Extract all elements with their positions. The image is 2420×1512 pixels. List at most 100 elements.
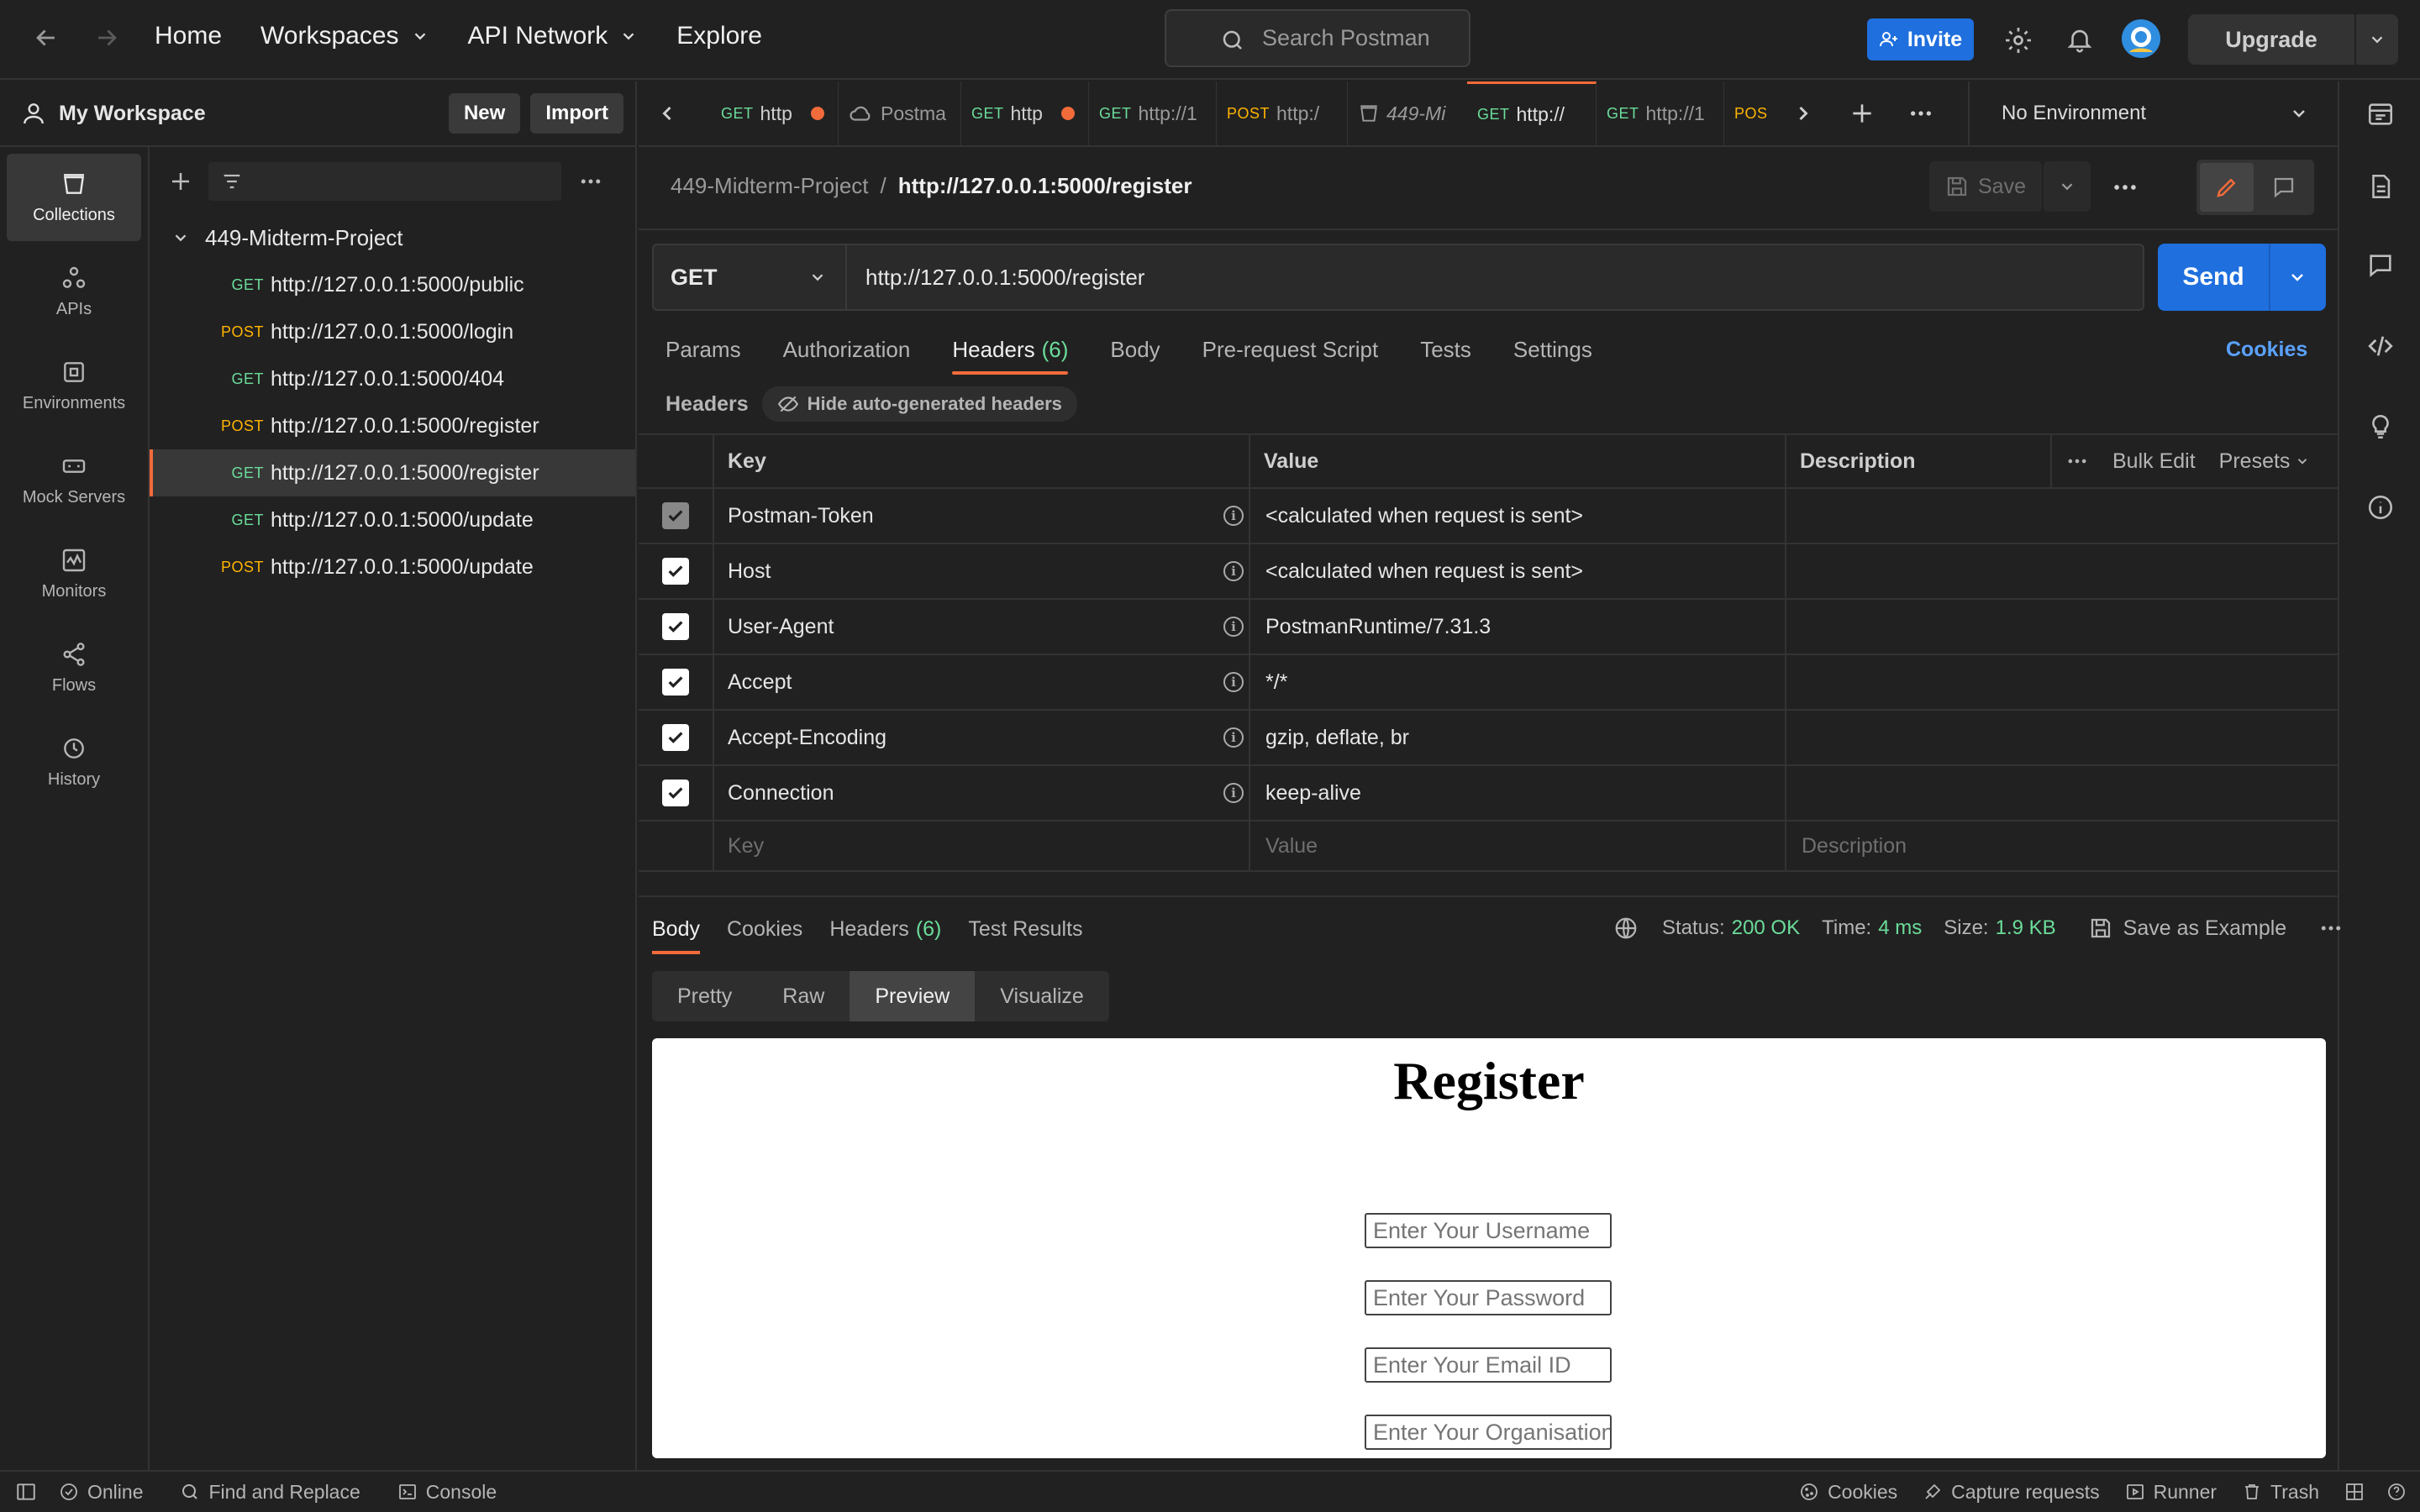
tab-settings[interactable]: Settings: [1513, 324, 1592, 375]
code-icon[interactable]: [2366, 332, 2395, 360]
checkbox-checked[interactable]: [662, 669, 689, 696]
chevron-left-icon[interactable]: [655, 102, 679, 125]
info-icon[interactable]: i: [1223, 727, 1244, 748]
layout-icon[interactable]: [2344, 1482, 2365, 1502]
environment-select[interactable]: No Environment: [1968, 81, 2338, 147]
find-replace-button[interactable]: Find and Replace: [180, 1481, 360, 1504]
description-cell[interactable]: [1786, 544, 2338, 598]
new-value-input[interactable]: Value: [1250, 822, 1786, 870]
value-cell[interactable]: keep-alive: [1250, 766, 1786, 820]
save-button[interactable]: Save: [1929, 161, 2042, 212]
tree-request-item[interactable]: GET http://127.0.0.1:5000/update: [150, 496, 635, 543]
workspace-title[interactable]: My Workspace: [59, 102, 206, 126]
edit-mode-button[interactable]: [2200, 163, 2254, 212]
key-cell[interactable]: Host i: [714, 544, 1250, 598]
password-input[interactable]: Enter Your Password: [1365, 1280, 1612, 1315]
upgrade-button[interactable]: Upgrade: [2188, 14, 2398, 65]
notifications-bell-icon[interactable]: [2065, 25, 2094, 54]
tab-item-active[interactable]: GET http://: [1467, 81, 1597, 145]
forward-arrow-icon[interactable]: [92, 24, 121, 52]
collection-folder[interactable]: 449-Midterm-Project: [150, 214, 635, 261]
key-cell[interactable]: Postman-Token i: [714, 489, 1250, 543]
runner-button[interactable]: Runner: [2125, 1481, 2217, 1504]
checkbox-checked-disabled[interactable]: [662, 502, 689, 529]
save-as-example-button[interactable]: Save as Example: [2088, 916, 2286, 941]
rail-apis[interactable]: APIs: [7, 248, 141, 335]
url-input[interactable]: http://127.0.0.1:5000/register: [865, 265, 1144, 291]
new-tab-plus-icon[interactable]: [1849, 100, 1876, 127]
time-value[interactable]: 4 ms: [1878, 916, 1922, 940]
chevron-down-icon[interactable]: [2368, 30, 2386, 49]
info-icon[interactable]: i: [1223, 672, 1244, 692]
tab-item[interactable]: POS: [1724, 81, 1791, 145]
key-cell[interactable]: User-Agent i: [714, 600, 1250, 654]
tree-request-item-selected[interactable]: GET http://127.0.0.1:5000/register: [150, 449, 635, 496]
rail-history[interactable]: History: [7, 718, 141, 806]
cookies-link[interactable]: Cookies: [2226, 338, 2307, 362]
nav-explore[interactable]: Explore: [676, 22, 762, 50]
value-cell[interactable]: <calculated when request is sent>: [1250, 489, 1786, 543]
checkbox-checked[interactable]: [662, 780, 689, 806]
comments-icon[interactable]: [2366, 251, 2395, 280]
response-tab-cookies[interactable]: Cookies: [727, 904, 802, 954]
tab-body[interactable]: Body: [1110, 324, 1160, 375]
settings-gear-icon[interactable]: [2003, 25, 2033, 55]
presets-dropdown[interactable]: Presets: [2219, 449, 2311, 474]
cookies-button[interactable]: Cookies: [1799, 1481, 1897, 1504]
tab-tests[interactable]: Tests: [1420, 324, 1471, 375]
username-input[interactable]: Enter Your Username: [1365, 1213, 1612, 1248]
breadcrumb-collection[interactable]: 449-Midterm-Project: [671, 173, 869, 199]
info-icon[interactable]: [2366, 493, 2395, 522]
tree-request-item[interactable]: GET http://127.0.0.1:5000/404: [150, 355, 635, 402]
value-cell[interactable]: */*: [1250, 655, 1786, 709]
view-visualize[interactable]: Visualize: [975, 971, 1109, 1021]
more-options-icon[interactable]: [2065, 449, 2089, 473]
tree-request-item[interactable]: POST http://127.0.0.1:5000/update: [150, 543, 635, 591]
organisation-input[interactable]: Enter Your Organisation: [1365, 1415, 1612, 1450]
description-cell[interactable]: [1786, 600, 2338, 654]
tab-item[interactable]: 449-Mi: [1348, 81, 1476, 145]
tree-request-item[interactable]: GET http://127.0.0.1:5000/public: [150, 261, 635, 308]
rail-collections[interactable]: Collections: [7, 154, 141, 241]
tab-pre-request-script[interactable]: Pre-request Script: [1202, 324, 1379, 375]
chevron-right-icon[interactable]: [1791, 102, 1815, 125]
new-button[interactable]: New: [448, 93, 521, 134]
trash-button[interactable]: Trash: [2242, 1481, 2319, 1504]
view-pretty[interactable]: Pretty: [652, 971, 757, 1021]
new-key-input[interactable]: Key: [714, 822, 1250, 870]
checkbox-checked[interactable]: [662, 724, 689, 751]
rail-mock-servers[interactable]: Mock Servers: [7, 436, 141, 523]
chevron-down-icon[interactable]: [2287, 267, 2307, 287]
back-arrow-icon[interactable]: [32, 24, 60, 52]
description-cell[interactable]: [1786, 711, 2338, 764]
response-more-icon[interactable]: [2318, 916, 2344, 941]
hide-auto-generated-button[interactable]: Hide auto-generated headers: [761, 386, 1077, 422]
save-dropdown[interactable]: [2044, 161, 2091, 212]
value-cell[interactable]: <calculated when request is sent>: [1250, 544, 1786, 598]
filter-input[interactable]: [208, 162, 561, 201]
key-cell[interactable]: Accept-Encoding i: [714, 711, 1250, 764]
rail-monitors[interactable]: Monitors: [7, 530, 141, 617]
rail-environments[interactable]: Environments: [7, 342, 141, 429]
info-icon[interactable]: i: [1223, 561, 1244, 581]
comment-mode-button[interactable]: [2257, 163, 2311, 212]
key-cell[interactable]: Accept i: [714, 655, 1250, 709]
response-tab-body[interactable]: Body: [652, 904, 700, 954]
tree-request-item[interactable]: POST http://127.0.0.1:5000/register: [150, 402, 635, 449]
tab-item[interactable]: Postma: [839, 81, 961, 145]
nav-api-network[interactable]: API Network: [468, 22, 639, 50]
help-icon[interactable]: [2386, 1482, 2407, 1502]
checkbox-checked[interactable]: [662, 613, 689, 640]
bulk-edit-link[interactable]: Bulk Edit: [2112, 449, 2196, 474]
tab-item[interactable]: GET http://1: [1597, 81, 1724, 145]
tab-item[interactable]: GET http: [711, 81, 839, 145]
lightbulb-icon[interactable]: [2366, 412, 2395, 441]
description-cell[interactable]: [1786, 489, 2338, 543]
view-raw[interactable]: Raw: [757, 971, 850, 1021]
console-button[interactable]: Console: [397, 1481, 497, 1504]
avatar[interactable]: [2121, 18, 2161, 59]
view-preview[interactable]: Preview: [850, 971, 976, 1021]
sidebar-toggle-icon[interactable]: [15, 1481, 37, 1503]
invite-button[interactable]: Invite: [1867, 18, 1974, 60]
documentation-icon[interactable]: [2366, 172, 2395, 201]
